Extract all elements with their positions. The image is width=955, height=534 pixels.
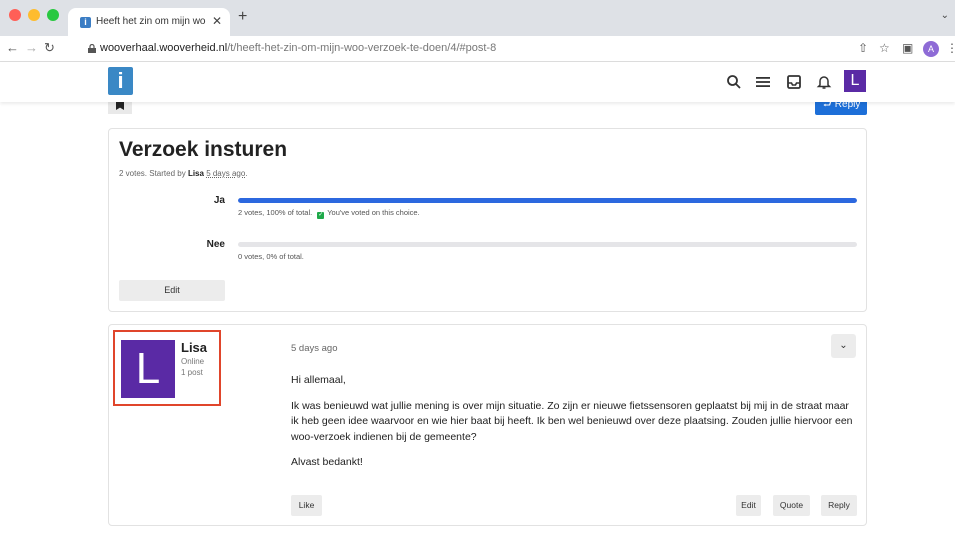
bell-icon[interactable]	[815, 73, 833, 91]
tab-title: Heeft het zin om mijn woo-ver	[96, 16, 206, 27]
author-name[interactable]: Lisa	[181, 340, 207, 355]
side-panel-icon[interactable]: ▣	[902, 41, 913, 55]
address-bar-row: ← → ↻ wooverhaal.wooverheid.nl/t/heeft-h…	[0, 36, 955, 62]
post-menu-chevron-icon[interactable]: ⌄	[831, 334, 856, 358]
favicon-icon: i	[80, 17, 91, 28]
maximize-window-button[interactable]	[47, 9, 59, 21]
close-window-button[interactable]	[9, 9, 21, 21]
reload-icon[interactable]: ↻	[44, 41, 55, 55]
post-paragraph: Alvast bedankt!	[291, 456, 363, 468]
author-post-count: 1 post	[181, 368, 203, 377]
tab-list-chevron-icon[interactable]: ⌄	[941, 10, 949, 21]
edit-post-button[interactable]: Edit	[736, 495, 761, 516]
poll-choice-bar[interactable]	[238, 198, 857, 203]
quote-button[interactable]: Quote	[773, 495, 810, 516]
post-body: Hi allemaal, Ik was benieuwd wat jullie …	[291, 373, 859, 481]
poll-title: Verzoek insturen	[119, 138, 288, 161]
reply-button[interactable]: Reply	[821, 495, 857, 516]
poll-choice-label: Ja	[213, 195, 225, 206]
bookmark-icon	[116, 102, 124, 110]
tab-close-icon[interactable]: ✕	[212, 14, 222, 28]
like-button[interactable]: Like	[291, 495, 322, 516]
poll-card: Verzoek insturen 2 votes. Started by Lis…	[108, 128, 867, 312]
poll-choice-bar-fill	[238, 198, 857, 203]
post-card: L Lisa Online 1 post 5 days ago ⌄ Hi all…	[108, 324, 867, 526]
hamburger-icon[interactable]	[754, 73, 772, 91]
post-paragraph: Ik was benieuwd wat jullie mening is ove…	[291, 399, 853, 443]
user-avatar[interactable]: L	[844, 70, 866, 92]
url-path: /t/heeft-het-zin-om-mijn-woo-verzoek-te-…	[227, 42, 497, 54]
back-arrow-icon[interactable]: ←	[6, 41, 19, 55]
url-host: wooverhaal.wooverheid.nl	[100, 42, 228, 54]
share-icon[interactable]: ⇧	[858, 41, 868, 55]
browser-menu-icon[interactable]: ⋮	[946, 41, 955, 55]
lock-icon	[88, 44, 96, 53]
poll-time: 5 days ago	[206, 169, 246, 178]
new-tab-icon[interactable]: +	[238, 9, 247, 25]
poll-choice-info: 0 votes, 0% of total.	[238, 252, 304, 261]
reply-icon: ⮐	[823, 102, 835, 110]
search-icon[interactable]	[725, 73, 743, 91]
minimize-window-button[interactable]	[28, 9, 40, 21]
poll-meta: 2 votes. Started by Lisa 5 days ago.	[119, 169, 248, 178]
url-field[interactable]: wooverhaal.wooverheid.nl/t/heeft-het-zin…	[100, 42, 496, 54]
poll-meta-suffix: .	[245, 169, 248, 178]
forward-arrow-icon[interactable]: →	[25, 41, 38, 55]
browser-tab-bar: i Heeft het zin om mijn woo-ver ✕ + ⌄	[0, 0, 955, 36]
author-highlight-box: L Lisa Online 1 post	[113, 330, 221, 406]
author-avatar[interactable]: L	[121, 340, 175, 398]
poll-choice-info: 2 votes, 100% of total. ✓ You've voted on …	[238, 208, 420, 219]
author-status: Online	[181, 357, 205, 366]
poll-choice-label: Nee	[206, 239, 225, 250]
site-logo[interactable]: i	[108, 67, 133, 95]
poll-meta-prefix: 2 votes. Started by	[119, 169, 188, 178]
poll-choice-bar[interactable]	[238, 242, 857, 247]
poll-author-link[interactable]: Lisa	[188, 169, 204, 178]
profile-avatar[interactable]: A	[923, 41, 939, 57]
edit-poll-button[interactable]: Edit	[119, 280, 225, 301]
browser-tab[interactable]: i Heeft het zin om mijn woo-ver ✕	[68, 8, 230, 36]
poll-voted-text: You've voted on this choice.	[327, 208, 420, 217]
post-time: 5 days ago	[291, 343, 338, 354]
reply-topic-button[interactable]: ⮐ Reply	[815, 102, 867, 115]
inbox-icon[interactable]	[785, 73, 803, 91]
star-icon[interactable]: ☆	[879, 41, 890, 55]
site-header: i L	[0, 62, 955, 102]
bookmark-button[interactable]	[108, 102, 132, 114]
poll-choice-votes: 2 votes, 100% of total.	[238, 208, 313, 217]
post-paragraph: Hi allemaal,	[291, 374, 346, 386]
check-icon: ✓	[317, 212, 325, 219]
reply-topic-label: Reply	[834, 102, 861, 110]
